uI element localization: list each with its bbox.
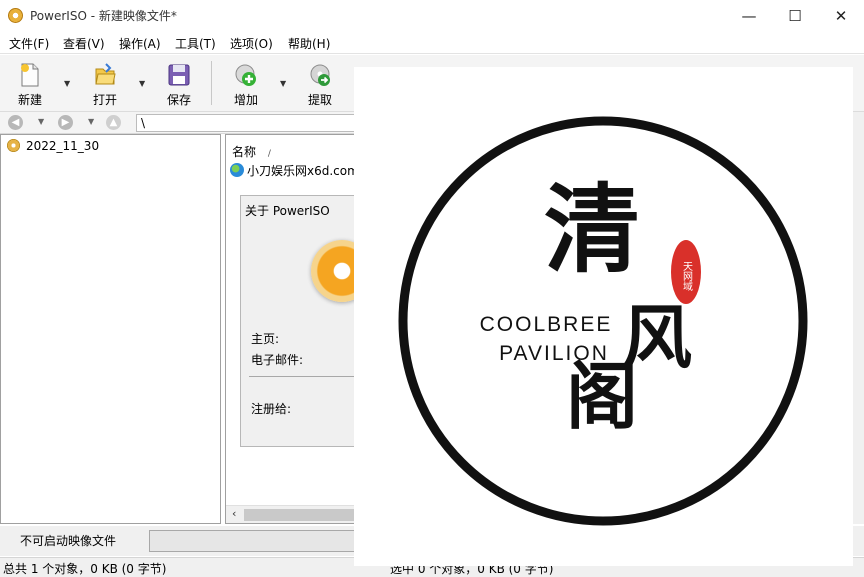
logo-char-ge: 阁 [566,354,638,439]
tree-root-label: 2022_11_30 [26,139,100,153]
up-folder-icon[interactable]: ▲ [106,115,121,130]
internet-shortcut-icon [230,163,244,177]
registered-to-label: 注册给: [251,402,292,416]
logo-english-line1: COOLBREE [480,313,613,336]
forward-arrow-icon[interactable]: ▶ [58,115,73,130]
title-bar: PowerISO - 新建映像文件* — ☐ ✕ [0,0,864,31]
add-dropdown-arrow[interactable]: ▼ [280,79,286,88]
logo-char-qing: 清 [544,173,640,286]
add-plus-icon [235,64,256,86]
email-label: 电子邮件: [251,353,304,367]
boot-status-label: 不可启动映像文件 [20,534,117,548]
list-item[interactable]: 小刀娱乐网x6d.com [230,163,359,179]
column-header-name[interactable]: 名称 / [232,143,271,160]
new-button[interactable]: 新建 [10,59,50,109]
tree-root-item[interactable]: 2022_11_30 [7,138,99,154]
back-arrow-icon[interactable]: ◀ [8,115,23,130]
save-label: 保存 [166,93,191,107]
poweriso-app-icon [8,8,23,23]
extract-label: 提取 [307,93,332,107]
menu-options[interactable]: 选项(O) [230,35,273,52]
disc-image-icon [7,139,20,152]
menu-view[interactable]: 查看(V) [63,35,105,52]
homepage-label: 主页: [251,332,280,346]
window-title: PowerISO - 新建映像文件* [30,9,177,23]
about-dialog-title: 关于 PowerISO [245,204,330,218]
scroll-left-icon[interactable]: ‹ [232,507,236,520]
save-button[interactable]: 保存 [159,59,199,109]
add-label: 增加 [233,93,258,107]
open-dropdown-arrow[interactable]: ▼ [139,79,145,88]
extract-button[interactable]: 提取 [300,59,340,109]
watermark-logo-overlay: 清 天网域 COOLBREE PAVILION 风 阁 [354,67,853,566]
toolbar-separator [211,61,212,105]
floppy-disk-icon [168,64,190,86]
address-input[interactable]: \ [136,114,366,132]
new-dropdown-arrow[interactable]: ▼ [64,79,70,88]
menu-bar: 文件(F) 查看(V) 操作(A) 工具(T) 选项(O) 帮助(H) [0,31,864,54]
column-name-label: 名称 [232,145,257,159]
vertical-scrollbar[interactable] [853,112,864,524]
folder-tree: 2022_11_30 [0,134,221,524]
seal-text: 天网域 [681,261,693,291]
open-button[interactable]: 打开 [85,59,125,109]
list-item-name: 小刀娱乐网x6d.com [247,164,359,178]
status-total: 总共 1 个对象，0 KB (0 字节) [3,562,167,576]
menu-help[interactable]: 帮助(H) [288,35,330,52]
menu-action[interactable]: 操作(A) [119,35,161,52]
sort-indicator-icon: / [267,149,271,159]
minimize-button[interactable]: — [726,0,772,31]
maximize-button[interactable]: ☐ [772,0,818,31]
extract-icon [310,64,330,86]
close-button[interactable]: ✕ [818,0,864,31]
add-button[interactable]: 增加 [226,59,266,109]
open-label: 打开 [92,93,117,107]
menu-tools[interactable]: 工具(T) [175,35,216,52]
new-label: 新建 [17,93,42,107]
new-document-icon [21,63,39,87]
open-folder-icon [95,63,116,85]
coolbree-pavilion-logo: 清 天网域 COOLBREE PAVILION 风 阁 [398,116,808,526]
forward-dropdown-icon[interactable]: ▼ [88,117,94,126]
menu-file[interactable]: 文件(F) [9,35,49,52]
back-dropdown-icon[interactable]: ▼ [38,117,44,126]
